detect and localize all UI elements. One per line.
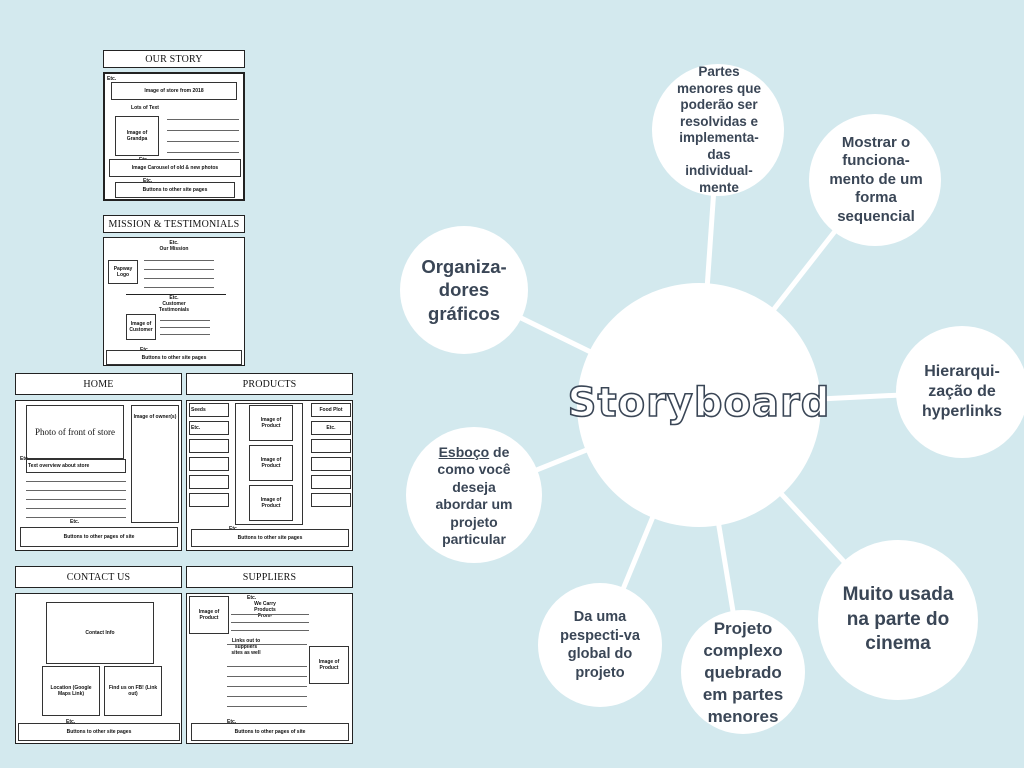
node-hierarqui-label: Hierarqui-zação de hyperlinks (921, 363, 1003, 420)
node-organiza-label: Organiza-dores gráficos (421, 255, 507, 324)
node-visao-label: Da uma pespecti-va global do projeto (560, 609, 640, 681)
node-esboco-keyword: Esboço (438, 443, 490, 460)
node-esboco-label: Esboço de como você deseja abordar um pr… (426, 444, 522, 548)
center-label: Storyboard (568, 380, 831, 426)
node-partes-label: Partes menores que poderão ser resolvida… (676, 64, 762, 195)
node-mostrar-label: Mostrar o funciona-mento de um forma seq… (829, 133, 923, 225)
node-muito-label: Muito usada na parte do cinema (842, 584, 954, 655)
node-projeto-label: Projeto complexo quebrado em partes meno… (702, 619, 784, 726)
